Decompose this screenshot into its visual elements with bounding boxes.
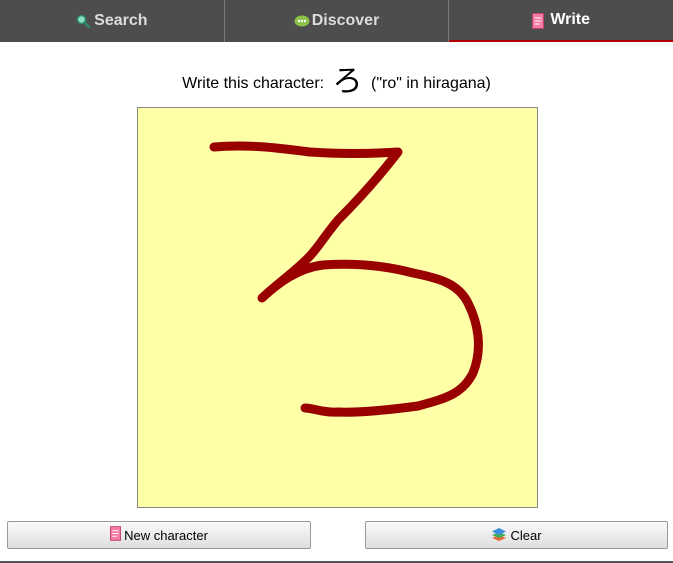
write-prompt: Write this character: ろ ("ro" in hiragan… bbox=[0, 56, 673, 100]
notepad-icon bbox=[110, 526, 122, 544]
drawing-canvas[interactable] bbox=[137, 107, 538, 508]
target-character: ろ bbox=[332, 64, 363, 99]
tab-discover-label: Discover bbox=[311, 12, 380, 29]
prompt-prefix: Write this character: bbox=[182, 75, 325, 92]
new-character-button[interactable]: New character bbox=[7, 521, 311, 549]
tab-write-label: Write bbox=[550, 11, 591, 28]
layers-icon bbox=[491, 527, 507, 544]
prompt-romaji: ("ro" in hiragana) bbox=[371, 75, 491, 92]
handwritten-stroke bbox=[209, 141, 483, 417]
tab-search-label: Search bbox=[94, 12, 148, 29]
tab-write[interactable]: Write bbox=[449, 0, 673, 42]
tab-discover[interactable]: Discover bbox=[225, 0, 450, 42]
tab-search[interactable]: Search bbox=[0, 0, 225, 42]
notepad-icon bbox=[532, 13, 546, 29]
new-character-label: New character bbox=[124, 527, 208, 543]
speech-bubble-icon bbox=[294, 14, 310, 28]
clear-label: Clear bbox=[510, 527, 542, 543]
magnifier-icon bbox=[76, 14, 91, 29]
tab-bar: Search Discover Write bbox=[0, 0, 673, 42]
clear-button[interactable]: Clear bbox=[365, 521, 668, 549]
